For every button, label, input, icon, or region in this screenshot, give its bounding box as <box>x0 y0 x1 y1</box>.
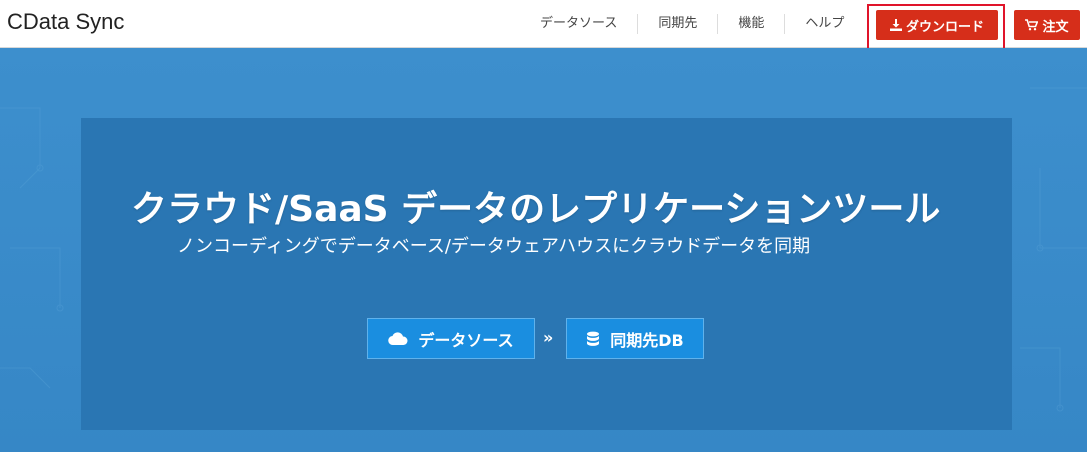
nav-item-features[interactable]: 機能 <box>718 14 786 34</box>
main-nav: データソース 同期先 機能 ヘルプ <box>520 0 864 48</box>
nav-item-datasource[interactable]: データソース <box>520 14 639 34</box>
top-header: CData Sync データソース 同期先 機能 ヘルプ ダウンロード 注文 <box>0 0 1087 56</box>
datasource-button[interactable]: データソース <box>367 318 535 359</box>
hero-panel <box>81 118 1012 430</box>
hero-title: クラウド/SaaS データのレプリケーションツール <box>131 189 941 230</box>
site-logo[interactable]: CData Sync <box>7 9 124 35</box>
datasource-label: データソース <box>418 330 514 350</box>
database-icon <box>586 331 600 347</box>
download-label: ダウンロード <box>905 19 984 35</box>
order-label: 注文 <box>1042 19 1069 35</box>
nav-item-help[interactable]: ヘルプ <box>785 14 864 34</box>
download-button[interactable]: ダウンロード <box>876 10 998 40</box>
nav-item-destination[interactable]: 同期先 <box>638 14 719 34</box>
flow-separator: » <box>543 328 554 347</box>
hero-subtitle: ノンコーディングでデータベース/データウェアハウスにクラウドデータを同期 <box>177 236 811 257</box>
destination-db-button[interactable]: 同期先DB <box>566 318 704 359</box>
cloud-icon <box>388 331 408 346</box>
destination-db-label: 同期先DB <box>610 330 684 350</box>
order-button[interactable]: 注文 <box>1014 10 1080 40</box>
cart-icon <box>1025 19 1039 31</box>
download-icon <box>889 19 902 31</box>
